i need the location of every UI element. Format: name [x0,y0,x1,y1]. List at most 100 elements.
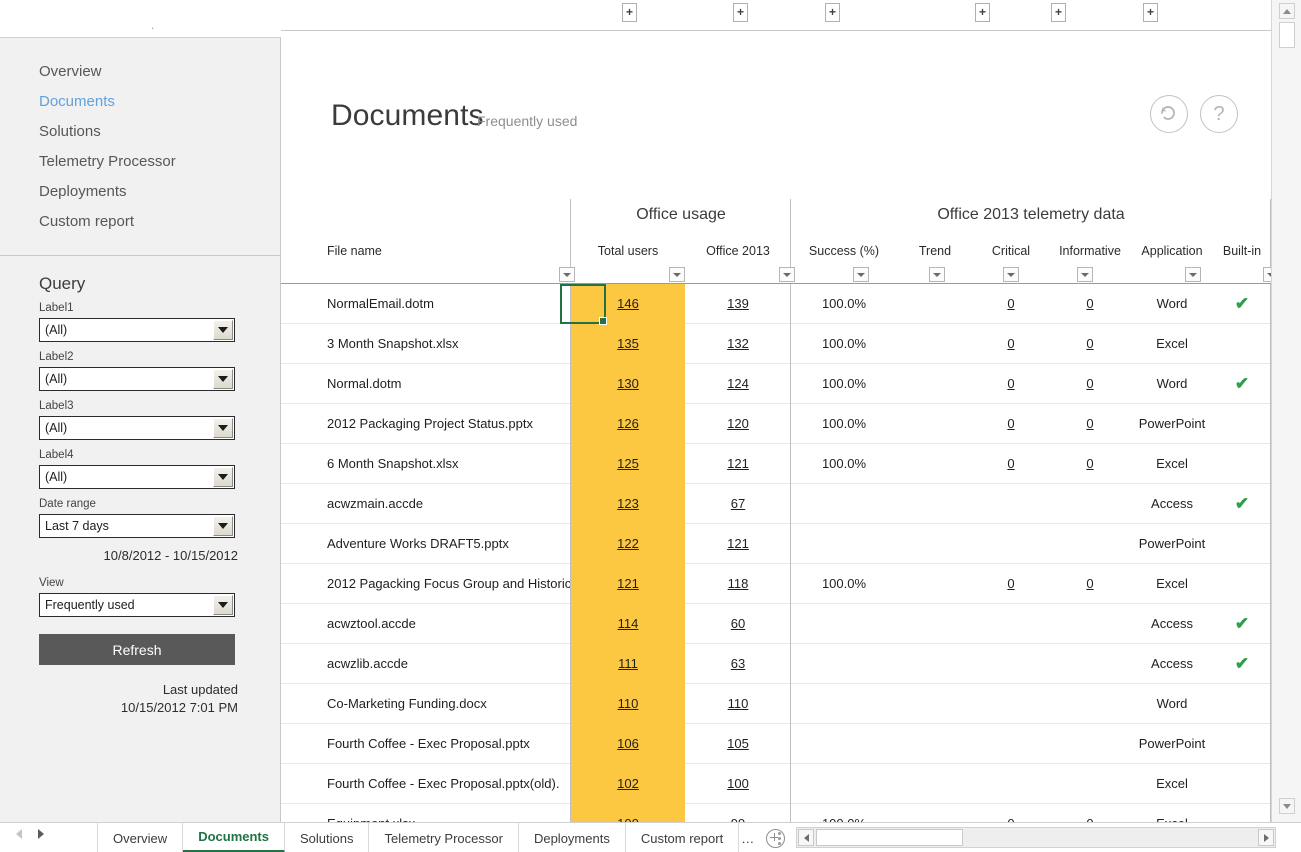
chevron-down-icon[interactable] [213,369,233,389]
sidebar-item-overview[interactable]: Overview [0,57,280,87]
drilldown-link[interactable]: 0 [1086,456,1093,471]
sidebar-item-deployments[interactable]: Deployments [0,177,280,207]
drilldown-link[interactable]: 121 [617,576,639,591]
table-row[interactable]: 2012 Pagacking Focus Group and Historic1… [281,564,1271,604]
fill-handle[interactable] [599,317,607,325]
drilldown-link[interactable]: 139 [727,296,749,311]
drilldown-link[interactable]: 0 [1086,376,1093,391]
add-sheet-button[interactable] [760,823,790,852]
tab-telemetry-processor[interactable]: Telemetry Processor [369,823,518,852]
outline-expand-button-2[interactable]: + [733,3,748,22]
outline-expand-button-4[interactable]: + [975,3,990,22]
outline-expand-button-3[interactable]: + [825,3,840,22]
sidebar-item-custom-report[interactable]: Custom report [0,207,280,237]
drilldown-link[interactable]: 0 [1086,336,1093,351]
drilldown-link[interactable]: 121 [727,456,749,471]
drilldown-link[interactable]: 67 [731,496,745,511]
drilldown-link[interactable]: 0 [1086,576,1093,591]
label1-select[interactable]: (All) [39,318,235,342]
drilldown-link[interactable]: 106 [617,736,639,751]
table-row[interactable]: Co-Marketing Funding.docx110110Word [281,684,1271,724]
chevron-down-icon[interactable] [213,516,233,536]
drilldown-link[interactable]: 135 [617,336,639,351]
column-header-total[interactable]: Total users [571,244,685,258]
tab-split-handle[interactable] [778,832,781,847]
drilldown-link[interactable]: 63 [731,656,745,671]
date-range-select[interactable]: Last 7 days [39,514,235,538]
scroll-right-button[interactable] [1258,829,1274,846]
vertical-scrollbar[interactable] [1271,0,1301,822]
table-row[interactable]: acwzlib.accde11163Access✔ [281,644,1271,684]
filter-button-built[interactable] [1263,267,1271,282]
drilldown-link[interactable]: 114 [618,616,639,631]
filter-button-name[interactable] [559,267,575,282]
tab-overview[interactable]: Overview [97,823,183,852]
scroll-down-button[interactable] [1279,798,1295,814]
table-row[interactable]: NormalEmail.dotm146139100.0%00Word✔ [281,284,1271,324]
column-header-trend[interactable]: Trend [897,244,973,258]
sidebar-item-solutions[interactable]: Solutions [0,117,280,147]
column-header-name[interactable]: File name [327,244,571,258]
refresh-icon[interactable] [1150,95,1188,133]
filter-button-crit[interactable] [1003,267,1019,282]
drilldown-link[interactable]: 126 [617,416,639,431]
table-row[interactable]: Fourth Coffee - Exec Proposal.pptx(old).… [281,764,1271,804]
column-header-o13[interactable]: Office 2013 [685,244,791,258]
drilldown-link[interactable]: 111 [618,656,638,671]
outline-expand-button-5[interactable]: + [1051,3,1066,22]
tab-solutions[interactable]: Solutions [285,823,369,852]
table-row[interactable]: 6 Month Snapshot.xlsx125121100.0%00Excel [281,444,1271,484]
tab-overflow-ellipsis[interactable]: … [739,823,760,852]
active-cell-selection[interactable] [560,284,606,324]
tab-custom-report[interactable]: Custom report [626,823,739,852]
scroll-up-button[interactable] [1279,3,1295,19]
tab-documents[interactable]: Documents [183,823,285,852]
drilldown-link[interactable]: 0 [1007,296,1014,311]
refresh-button[interactable]: Refresh [39,634,235,665]
column-header-app[interactable]: Application [1131,244,1213,258]
label2-select[interactable]: (All) [39,367,235,391]
table-row[interactable]: Fourth Coffee - Exec Proposal.pptx106105… [281,724,1271,764]
column-header-succ[interactable]: Success (%) [791,244,897,258]
sidebar-item-telemetry-processor[interactable]: Telemetry Processor [0,147,280,177]
filter-button-app[interactable] [1185,267,1201,282]
filter-button-trend[interactable] [929,267,945,282]
table-row[interactable]: acwztool.accde11460Access✔ [281,604,1271,644]
chevron-down-icon[interactable] [213,418,233,438]
sidebar-item-documents[interactable]: Documents [0,87,280,117]
filter-button-succ[interactable] [853,267,869,282]
table-row[interactable]: acwzmain.accde12367Access✔ [281,484,1271,524]
filter-button-info[interactable] [1077,267,1093,282]
drilldown-link[interactable]: 0 [1007,456,1014,471]
drilldown-link[interactable]: 0 [1007,376,1014,391]
drilldown-link[interactable]: 0 [1086,416,1093,431]
table-row[interactable]: Adventure Works DRAFT5.pptx122121PowerPo… [281,524,1271,564]
outline-expand-button-1[interactable]: + [622,3,637,22]
filter-button-total[interactable] [669,267,685,282]
next-sheet-icon[interactable] [38,829,44,839]
drilldown-link[interactable]: 130 [617,376,639,391]
filter-button-o13[interactable] [779,267,795,282]
chevron-down-icon[interactable] [213,467,233,487]
drilldown-link[interactable]: 132 [727,336,749,351]
drilldown-link[interactable]: 146 [617,296,639,311]
drilldown-link[interactable]: 121 [727,536,749,551]
column-header-crit[interactable]: Critical [973,244,1049,258]
column-header-info[interactable]: Informative [1049,244,1131,258]
drilldown-link[interactable]: 120 [727,416,749,431]
drilldown-link[interactable]: 0 [1007,416,1014,431]
table-row[interactable]: Equipment.xlsx10099100.0%00Excel [281,804,1271,822]
outline-expand-button-6[interactable]: + [1143,3,1158,22]
drilldown-link[interactable]: 124 [727,376,749,391]
chevron-down-icon[interactable] [213,595,233,615]
drilldown-link[interactable]: 122 [617,536,639,551]
drilldown-link[interactable]: 125 [617,456,639,471]
table-row[interactable]: 2012 Packaging Project Status.pptx126120… [281,404,1271,444]
horizontal-scrollbar[interactable] [796,827,1276,848]
drilldown-link[interactable]: 0 [1007,336,1014,351]
drilldown-link[interactable]: 60 [731,616,745,631]
drilldown-link[interactable]: 105 [727,736,749,751]
tab-deployments[interactable]: Deployments [519,823,626,852]
drilldown-link[interactable]: 118 [728,576,749,591]
column-header-built[interactable]: Built-in [1213,244,1271,258]
